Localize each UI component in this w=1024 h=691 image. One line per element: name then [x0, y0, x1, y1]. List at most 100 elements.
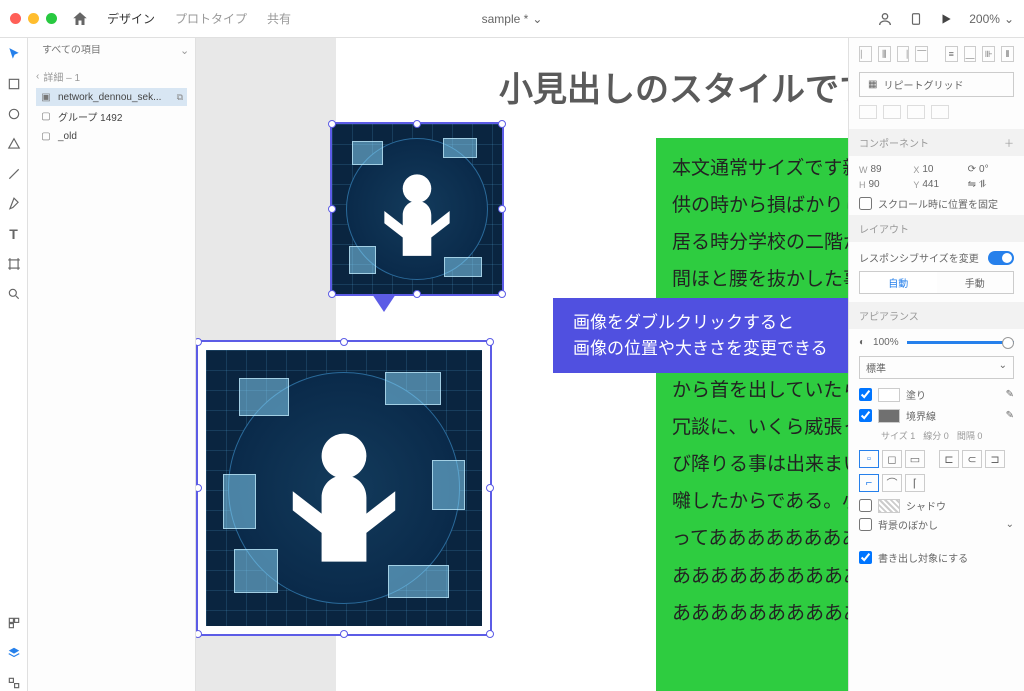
plugins-tab-icon[interactable]	[6, 675, 22, 691]
flip-v-icon[interactable]: ⥮	[979, 179, 986, 190]
blur-checkbox[interactable]	[859, 518, 872, 531]
user-icon[interactable]	[877, 11, 893, 27]
width-field[interactable]: W89	[859, 164, 905, 175]
play-icon[interactable]	[939, 12, 953, 26]
layer-item-image[interactable]: ▣ network_dennou_sek... ⧉	[36, 88, 187, 106]
shadow-row: シャドウ	[859, 498, 1014, 513]
heading-text[interactable]: 小見出しのスタイルです	[336, 38, 848, 127]
cap-butt[interactable]: ⊏	[939, 450, 959, 468]
align-center-h[interactable]: ⫼	[878, 46, 891, 62]
tab-design[interactable]: デザイン	[107, 10, 155, 27]
maximize-window[interactable]	[46, 13, 57, 24]
close-window[interactable]	[10, 13, 21, 24]
fill-enabled[interactable]	[859, 388, 872, 401]
pen-tool[interactable]	[6, 196, 22, 212]
opacity-slider[interactable]	[907, 341, 1014, 344]
external-link-icon[interactable]: ⧉	[177, 92, 183, 103]
zoom-control[interactable]: 200%⌄	[969, 12, 1014, 26]
home-icon[interactable]	[71, 10, 89, 28]
export-checkbox[interactable]	[859, 551, 872, 564]
polygon-tool[interactable]	[6, 136, 22, 152]
select-tool[interactable]	[6, 46, 22, 62]
stroke-gap-input[interactable]: 0	[977, 431, 982, 441]
chevron-left-icon: ‹	[36, 71, 39, 82]
align-left[interactable]: ⎸	[859, 46, 872, 62]
document-title[interactable]: sample * ⌄	[482, 12, 543, 26]
rectangle-tool[interactable]	[6, 76, 22, 92]
eyedropper-icon[interactable]: ✎	[1006, 389, 1014, 400]
fill-swatch[interactable]	[878, 388, 900, 402]
search-input[interactable]	[42, 45, 174, 56]
exclude-op[interactable]	[931, 105, 949, 119]
minimize-window[interactable]	[28, 13, 39, 24]
chevron-down-icon[interactable]: ⌄	[180, 44, 189, 57]
repeat-grid-button[interactable]: ▦ リピートグリッド	[859, 72, 1014, 97]
plus-icon[interactable]: ＋	[1004, 135, 1014, 150]
text-tool[interactable]: T	[6, 226, 22, 242]
component-section: コンポーネント ＋	[849, 129, 1024, 156]
artboard-tool[interactable]	[6, 256, 22, 272]
assets-tab-icon[interactable]	[6, 615, 22, 631]
align-top[interactable]: ⎺	[915, 46, 928, 62]
flip-controls[interactable]: ⇋ ⥮	[968, 179, 1014, 190]
stroke-inner[interactable]: ▫	[859, 450, 879, 468]
stroke-swatch[interactable]	[878, 409, 900, 423]
fix-scroll-checkbox[interactable]: スクロール時に位置を固定	[859, 196, 1014, 211]
distribute-v[interactable]: ⫴	[1001, 46, 1014, 62]
union-op[interactable]	[859, 105, 877, 119]
opacity-icon: ◐	[859, 337, 865, 348]
intersect-op[interactable]	[907, 105, 925, 119]
distribute-h[interactable]: ⊪	[982, 46, 995, 62]
stroke-dash-input[interactable]: 0	[944, 431, 949, 441]
blend-mode-dropdown[interactable]: 標準 ⌄	[859, 356, 1014, 379]
zoom-tool[interactable]	[6, 286, 22, 302]
join-miter[interactable]: ⌐	[859, 474, 879, 492]
tab-share[interactable]: 共有	[267, 10, 291, 27]
canvas[interactable]: 小見出しのスタイルです 本文通常サイズです親譲りの無鉄砲で小供の時から損ばかりし…	[196, 38, 848, 691]
stroke-size-input[interactable]: 1	[910, 431, 915, 441]
chevron-down-icon: ⌄	[532, 12, 542, 26]
join-bevel[interactable]: ⌈	[905, 474, 925, 492]
selected-image-large[interactable]	[196, 340, 492, 636]
stroke-outer[interactable]: ▭	[905, 450, 925, 468]
body-text-block[interactable]: 本文通常サイズです親譲りの無鉄砲で小供の時から損ばかりしている。小学校に居る時分…	[656, 138, 848, 691]
shadow-checkbox[interactable]	[859, 499, 872, 512]
titlebar: デザイン プロトタイプ 共有 sample * ⌄ 200%⌄	[0, 0, 1024, 38]
flip-h-icon[interactable]: ⇋	[968, 179, 976, 190]
manual-segment[interactable]: 手動	[937, 272, 1014, 293]
align-right[interactable]: ⎹	[897, 46, 910, 62]
stroke-center[interactable]: ◻	[882, 450, 902, 468]
align-bottom[interactable]: ⎽	[964, 46, 977, 62]
responsive-toggle[interactable]	[988, 251, 1014, 265]
window-controls	[10, 13, 57, 24]
layers-breadcrumb[interactable]: ‹ 詳細 – 1	[36, 65, 187, 88]
cap-round[interactable]: ⊂	[962, 450, 982, 468]
align-controls: ⎸ ⫼ ⎹ ⎺ ≡ ⎽ ⊪ ⫴	[859, 46, 1014, 62]
layers-tab-icon[interactable]	[6, 645, 22, 661]
device-icon[interactable]	[909, 10, 923, 28]
height-field[interactable]: H90	[859, 179, 905, 190]
ellipse-tool[interactable]	[6, 106, 22, 122]
appearance-section: アピアランス	[849, 302, 1024, 329]
layers-panel: ⌄ ‹ 詳細 – 1 ▣ network_dennou_sek... ⧉ ▢ グ…	[28, 38, 196, 691]
eyedropper-icon[interactable]: ✎	[1006, 410, 1014, 421]
rotation-field[interactable]: ⟳0°	[968, 164, 1014, 175]
stroke-enabled[interactable]	[859, 409, 872, 422]
y-field[interactable]: Y441	[913, 179, 959, 190]
chevron-down-icon: ⌄	[999, 360, 1007, 375]
cap-square[interactable]: ⊐	[985, 450, 1005, 468]
chevron-down-icon[interactable]: ⌄	[1006, 519, 1014, 530]
line-tool[interactable]	[6, 166, 22, 182]
tab-prototype[interactable]: プロトタイプ	[175, 10, 247, 27]
folder-icon: ▢	[40, 111, 52, 123]
folder-icon: ▢	[40, 130, 52, 142]
subtract-op[interactable]	[883, 105, 901, 119]
x-field[interactable]: X10	[913, 164, 959, 175]
join-round[interactable]: ⌒	[882, 474, 902, 492]
align-middle[interactable]: ≡	[945, 46, 958, 62]
layer-item-old[interactable]: ▢ _old	[36, 127, 187, 145]
selected-image-small[interactable]	[330, 122, 504, 296]
layer-item-group[interactable]: ▢ グループ 1492	[36, 106, 187, 127]
auto-segment[interactable]: 自動	[860, 272, 937, 293]
shadow-swatch[interactable]	[878, 499, 900, 513]
